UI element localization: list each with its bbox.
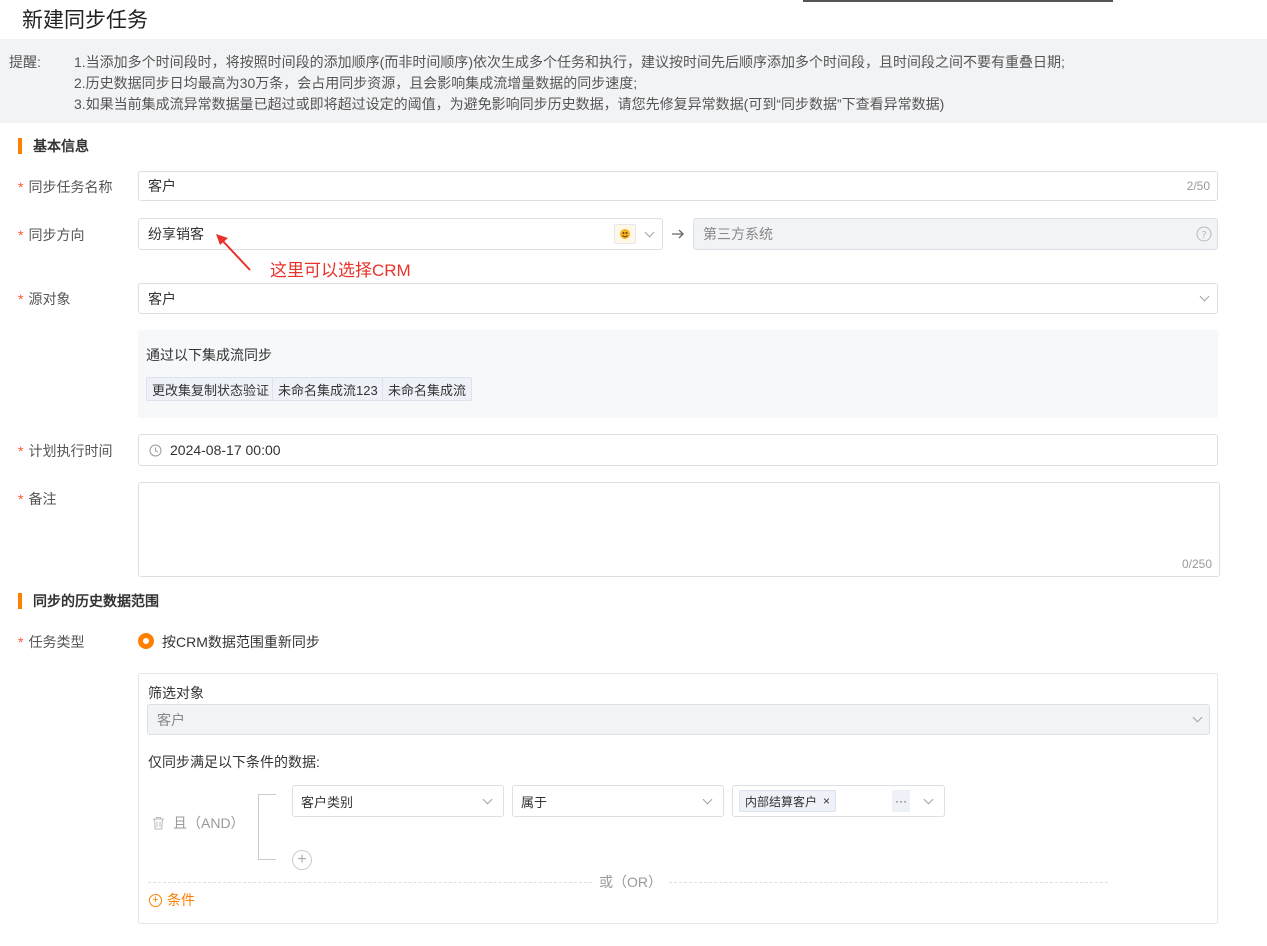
- filter-panel: 筛选对象 客户 仅同步满足以下条件的数据: 且（AND） 客户类别 属于 内部结…: [138, 673, 1218, 924]
- required-mark: *: [18, 634, 24, 650]
- condition-field-select[interactable]: 客户类别: [292, 785, 504, 817]
- notice-line-2: 2.历史数据同步日均最高为30万条，会占用同步资源，且会影响集成流增量数据的同步…: [74, 75, 638, 91]
- task-type-option-label[interactable]: 按CRM数据范围重新同步: [162, 632, 320, 652]
- schedule-label: * 计划执行时间: [18, 443, 113, 459]
- more-values-icon[interactable]: ···: [892, 790, 910, 812]
- condition-operator-value: 属于: [521, 794, 548, 810]
- notice-panel: 提醒: 1.当添加多个时间段时，将按照时间段的添加顺序(而非时间顺序)依次生成多…: [0, 39, 1267, 123]
- annotation-arrow-icon: [216, 234, 251, 271]
- condition-title: 仅同步满足以下条件的数据:: [148, 754, 320, 770]
- remark-textarea[interactable]: 0/250: [138, 482, 1220, 577]
- direction-target-value: 第三方系统: [703, 226, 773, 242]
- chevron-down-icon: [644, 227, 655, 238]
- remark-label: * 备注: [18, 491, 57, 507]
- task-type-label: * 任务类型: [18, 634, 85, 650]
- svg-text:?: ?: [1201, 230, 1206, 241]
- integration-flow-panel: 通过以下集成流同步 更改集复制状态验证 未命名集成流123 未命名集成流: [138, 330, 1218, 418]
- flow-tag[interactable]: 未命名集成流123: [272, 377, 384, 401]
- annotation-text: 这里可以选择CRM: [270, 261, 411, 280]
- source-object-select[interactable]: 客户: [138, 283, 1218, 314]
- close-icon[interactable]: ×: [823, 794, 830, 808]
- required-mark: *: [18, 227, 24, 243]
- task-name-counter: 2/50: [1186, 179, 1210, 193]
- chevron-down-icon: [702, 794, 713, 805]
- help-icon[interactable]: ?: [1196, 226, 1212, 242]
- flow-panel-title: 通过以下集成流同步: [146, 347, 272, 363]
- chevron-down-icon: [1192, 712, 1203, 723]
- value-tag: 内部结算客户 ×: [739, 790, 837, 812]
- schedule-value: 2024-08-17 00:00: [170, 442, 281, 458]
- task-name-value: 客户: [148, 178, 176, 194]
- top-divider: [803, 0, 1113, 2]
- trash-icon[interactable]: [152, 816, 165, 830]
- section-history-range: 同步的历史数据范围: [18, 593, 159, 609]
- notice-line-3: 3.如果当前集成流异常数据量已超过或即将超过设定的阈值，为避免影响同步历史数据，…: [74, 96, 945, 112]
- direction-target-input: 第三方系统 ?: [693, 218, 1218, 250]
- page-title: 新建同步任务: [22, 9, 148, 32]
- filter-object-label: 筛选对象: [148, 685, 204, 701]
- condition-field-value: 客户类别: [301, 794, 354, 810]
- direction-label: * 同步方向: [18, 227, 85, 243]
- and-group-label: 且（AND）: [152, 813, 245, 833]
- section-accent-bar: [18, 138, 22, 154]
- condition-group-bracket: [258, 794, 276, 860]
- plus-circle-icon: +: [149, 893, 162, 907]
- direction-source-value: 纷享销客: [148, 226, 204, 242]
- required-mark: *: [18, 179, 24, 195]
- add-condition-button[interactable]: + 条件: [149, 890, 195, 910]
- remark-counter: 0/250: [1181, 557, 1212, 571]
- required-mark: *: [18, 291, 24, 307]
- required-mark: *: [18, 443, 24, 459]
- task-name-input[interactable]: 客户 2/50: [138, 171, 1218, 201]
- section-basic-title: 基本信息: [33, 138, 89, 154]
- app-logo-icon: [614, 224, 636, 244]
- required-mark: *: [18, 491, 24, 507]
- section-basic-info: 基本信息: [18, 138, 89, 154]
- source-object-label: * 源对象: [18, 291, 71, 307]
- chevron-down-icon: [923, 794, 934, 805]
- chevron-down-icon: [482, 794, 493, 805]
- flow-tag[interactable]: 未命名集成流: [382, 377, 473, 401]
- clock-icon: [149, 444, 162, 456]
- add-subcondition-button[interactable]: +: [292, 850, 312, 870]
- task-name-label: * 同步任务名称: [18, 179, 113, 195]
- chevron-down-icon: [1199, 291, 1210, 302]
- flow-tag[interactable]: 更改集复制状态验证: [146, 377, 276, 401]
- section-history-title: 同步的历史数据范围: [33, 593, 159, 609]
- or-label: 或（OR）: [592, 872, 669, 892]
- filter-object-value: 客户: [157, 711, 185, 728]
- condition-value-select[interactable]: 内部结算客户 × ···: [732, 785, 945, 817]
- notice-line-1: 1.当添加多个时间段时，将按照时间段的添加顺序(而非时间顺序)依次生成多个任务和…: [74, 54, 1065, 70]
- task-type-radio[interactable]: [138, 633, 154, 649]
- section-accent-bar: [18, 593, 22, 609]
- filter-object-select: 客户: [147, 704, 1210, 735]
- notice-label: 提醒:: [9, 54, 41, 70]
- add-condition-label: 条件: [167, 892, 195, 908]
- schedule-datetime-input[interactable]: 2024-08-17 00:00: [138, 434, 1218, 466]
- arrow-right-icon: [672, 229, 684, 239]
- source-object-value: 客户: [148, 290, 176, 307]
- condition-operator-select[interactable]: 属于: [512, 785, 724, 817]
